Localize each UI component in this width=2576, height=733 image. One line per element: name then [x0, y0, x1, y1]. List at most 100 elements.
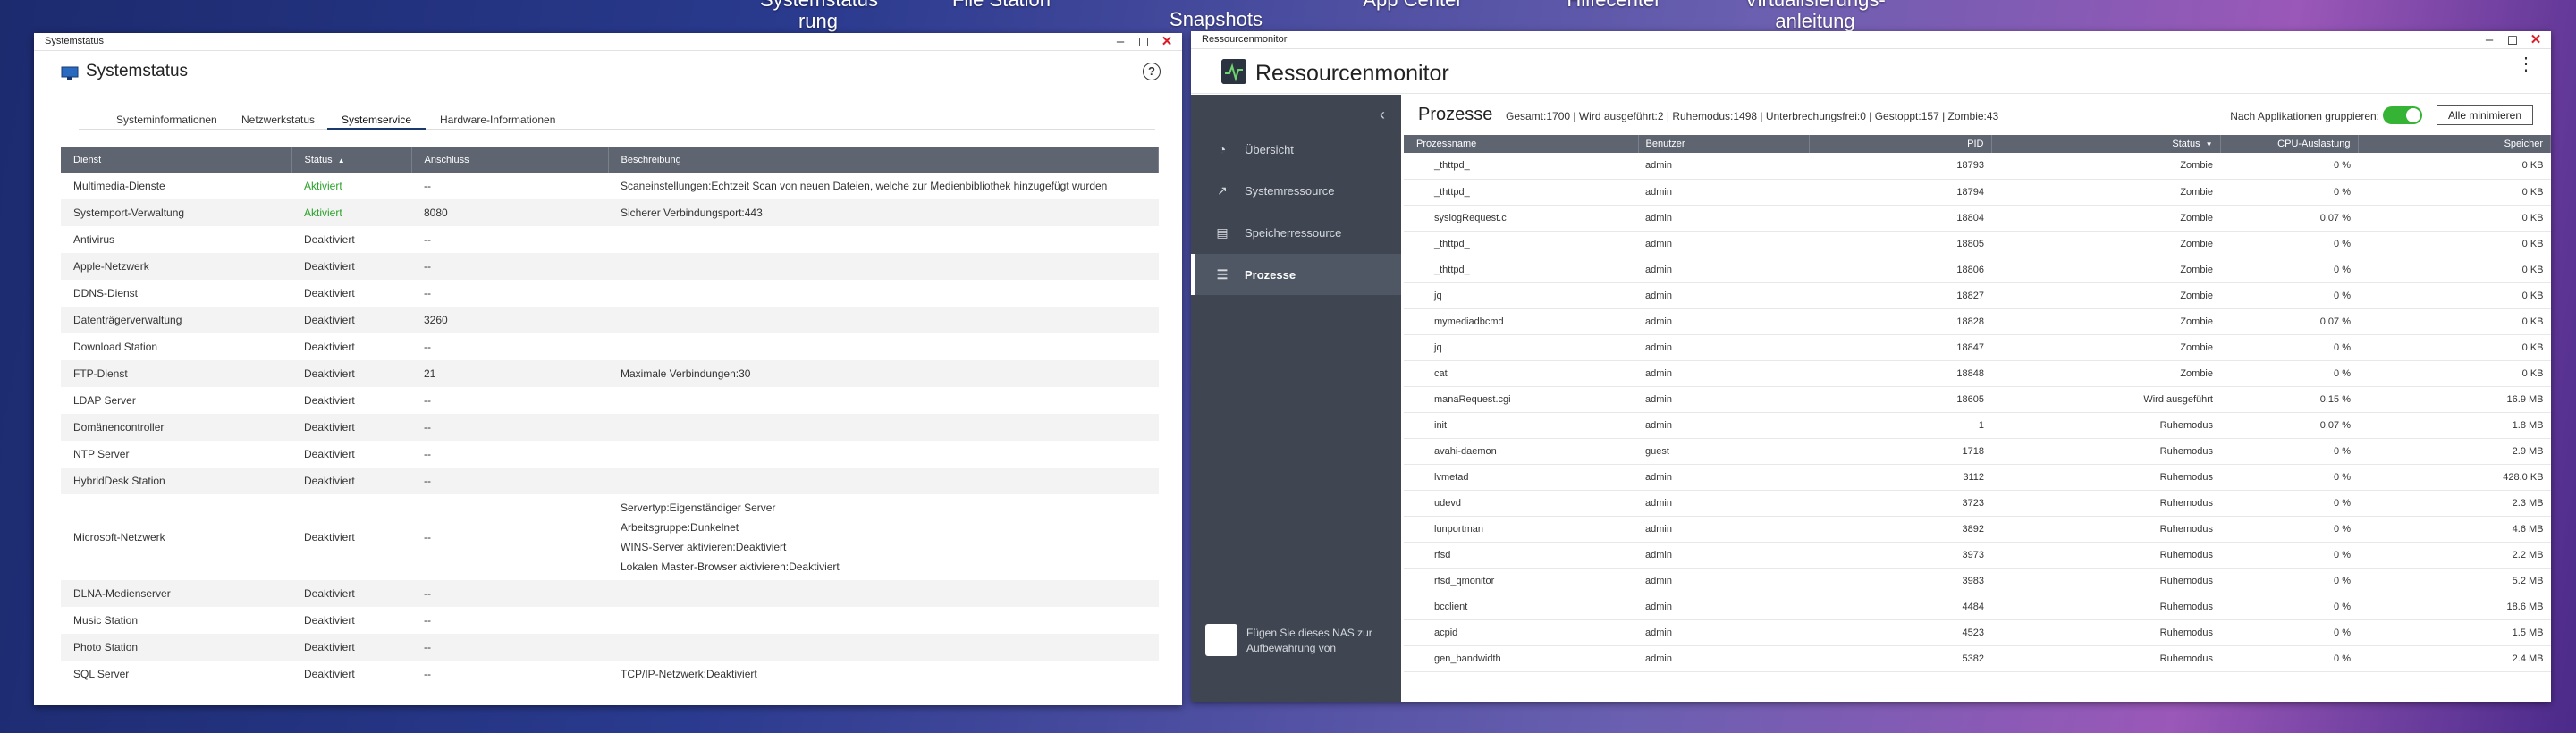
table-row[interactable]: _thttpd_ admin 18794 Zombie 0 % 0 KB	[1404, 179, 2551, 206]
desktop-label-file-station[interactable]: File Station	[948, 0, 1055, 11]
close-icon[interactable]: ✕	[2530, 32, 2542, 48]
table-row[interactable]: Photo Station Deaktiviert --	[61, 634, 1159, 661]
table-row[interactable]: gen_bandwidth admin 5382 Ruhemodus 0 % 2.4 MB	[1404, 645, 2551, 672]
table-row[interactable]: Download Station Deaktiviert --	[61, 333, 1159, 360]
table-row[interactable]: Multimedia-Dienste Aktiviert -- Scaneinstel…	[61, 173, 1159, 199]
table-row[interactable]: init admin 1 Ruhemodus 0.07 % 1.8 MB	[1404, 412, 2551, 439]
column-header-anschluss[interactable]: Anschluss	[411, 147, 609, 173]
table-row[interactable]: Domänencontroller Deaktiviert --	[61, 414, 1159, 441]
tab-systemservice[interactable]: Systemservice	[327, 114, 426, 130]
process-pid: 18848	[1809, 360, 1991, 387]
table-row[interactable]: bcclient admin 4484 Ruhemodus 0 % 18.6 MB	[1404, 594, 2551, 620]
group-by-app-toggle[interactable]	[2383, 106, 2422, 124]
service-description: Maximale Verbindungen:30	[608, 360, 1159, 387]
table-row[interactable]: Antivirus Deaktiviert --	[61, 226, 1159, 253]
desktop-label-app-center[interactable]: App Center	[1359, 0, 1466, 11]
column-header-cpu[interactable]: CPU-Auslastung	[2220, 135, 2359, 153]
table-row[interactable]: NTP Server Deaktiviert --	[61, 441, 1159, 468]
process-name: gen_bandwidth	[1404, 645, 1638, 672]
process-name: lvmetad	[1404, 464, 1638, 491]
process-status: Wird ausgeführt	[1991, 386, 2220, 413]
collapse-sidebar-icon[interactable]: ‹	[1380, 105, 1385, 124]
table-row[interactable]: acpid admin 4523 Ruhemodus 0 % 1.5 MB	[1404, 619, 2551, 646]
sidebar-item-speicherressource[interactable]: ▤ Speicherressource	[1191, 212, 1401, 253]
table-row[interactable]: DLNA-Medienserver Deaktiviert --	[61, 580, 1159, 607]
table-row[interactable]: HybridDesk Station Deaktiviert --	[61, 468, 1159, 494]
sidebar-item-uebersicht[interactable]: ◔ Übersicht	[1191, 129, 1401, 170]
table-row[interactable]: Music Station Deaktiviert --	[61, 607, 1159, 634]
minimize-icon[interactable]: –	[2483, 32, 2496, 48]
process-user: admin	[1638, 179, 1809, 206]
table-row[interactable]: Microsoft-Netzwerk Deaktiviert -- Servertyp…	[61, 494, 1159, 580]
process-memory: 16.9 MB	[2358, 386, 2551, 413]
process-status: Ruhemodus	[1991, 568, 2220, 594]
column-header-dienst[interactable]: Dienst	[61, 147, 292, 173]
tab-netzwerkstatus[interactable]: Netzwerkstatus	[241, 114, 315, 130]
help-icon[interactable]: ?	[1143, 63, 1161, 80]
table-row[interactable]: _thttpd_ admin 18793 Zombie 0 % 0 KB	[1404, 153, 2551, 180]
service-name: Music Station	[73, 614, 139, 627]
desktop-label-virtualisierung[interactable]: Virtualisierungs- anleitung	[1735, 0, 1896, 32]
process-user: admin	[1638, 308, 1809, 335]
process-name: avahi-daemon	[1404, 438, 1638, 465]
sidebar-item-prozesse[interactable]: ☰ Prozesse	[1191, 254, 1401, 295]
desktop-label-snapshots[interactable]: Snapshots	[1158, 9, 1274, 30]
systemstatus-titlebar[interactable]: Systemstatus – ◻ ✕	[34, 33, 1182, 51]
table-row[interactable]: _thttpd_ admin 18805 Zombie 0 % 0 KB	[1404, 231, 2551, 257]
tab-systeminformationen[interactable]: Systeminformationen	[116, 114, 217, 130]
column-header-prozessname[interactable]: Prozessname	[1404, 135, 1639, 153]
table-row[interactable]: rfsd admin 3973 Ruhemodus 0 % 2.2 MB	[1404, 542, 2551, 569]
tab-hardware-informationen[interactable]: Hardware-Informationen	[440, 114, 555, 130]
table-row[interactable]: FTP-Dienst Deaktiviert 21 Maximale Verbindu…	[61, 360, 1159, 387]
close-icon[interactable]: ✕	[1161, 34, 1173, 50]
column-header-status[interactable]: Status ▼	[1991, 135, 2221, 153]
systemstatus-window: Systemstatus – ◻ ✕ Systemstatus ? System…	[34, 33, 1182, 705]
column-header-status[interactable]: Status ▲	[291, 147, 412, 173]
table-row[interactable]: lvmetad admin 3112 Ruhemodus 0 % 428.0 KB	[1404, 464, 2551, 491]
table-row[interactable]: udevd admin 3723 Ruhemodus 0 % 2.3 MB	[1404, 490, 2551, 517]
column-header-beschreibung[interactable]: Beschreibung	[608, 147, 1159, 173]
more-options-icon[interactable]: ⋮	[2517, 55, 2535, 73]
table-row[interactable]: avahi-daemon guest 1718 Ruhemodus 0 % 2.9 MB	[1404, 438, 2551, 465]
maximize-icon[interactable]: ◻	[1137, 34, 1150, 50]
minimize-all-button[interactable]: Alle minimieren	[2437, 105, 2533, 125]
sidebar-item-systemressource[interactable]: ↗ Systemressource	[1191, 170, 1401, 211]
process-status: Ruhemodus	[1991, 619, 2220, 646]
service-status: Deaktiviert	[304, 531, 355, 543]
table-row[interactable]: Systemport-Verwaltung Aktiviert 8080 Sicher…	[61, 199, 1159, 226]
maximize-icon[interactable]: ◻	[2506, 32, 2519, 48]
column-header-pid[interactable]: PID	[1809, 135, 1992, 153]
process-memory: 0 KB	[2358, 153, 2551, 180]
table-row[interactable]: jq admin 18847 Zombie 0 % 0 KB	[1404, 334, 2551, 361]
table-row[interactable]: Datenträgerverwaltung Deaktiviert 3260	[61, 307, 1159, 333]
service-status: Deaktiviert	[291, 468, 411, 494]
table-row[interactable]: DDNS-Dienst Deaktiviert --	[61, 280, 1159, 307]
ressourcenmonitor-titlebar[interactable]: Ressourcenmonitor – ◻ ✕	[1191, 31, 2551, 49]
process-pid: 4484	[1809, 594, 1991, 620]
service-description	[608, 387, 1159, 414]
process-status: Ruhemodus	[1991, 464, 2220, 491]
table-row[interactable]: _thttpd_ admin 18806 Zombie 0 % 0 KB	[1404, 257, 2551, 283]
process-cpu: 0.07 %	[2220, 412, 2358, 439]
table-row[interactable]: SQL Server Deaktiviert -- TCP/IP-Netzwerk:D…	[61, 661, 1159, 687]
table-row[interactable]: Apple-Netzwerk Deaktiviert --	[61, 253, 1159, 280]
service-name: LDAP Server	[73, 394, 136, 407]
table-row[interactable]: lunportman admin 3892 Ruhemodus 0 % 4.6 MB	[1404, 516, 2551, 543]
table-row[interactable]: syslogRequest.c admin 18804 Zombie 0.07 % 0 K…	[1404, 205, 2551, 232]
table-row[interactable]: cat admin 18848 Zombie 0 % 0 KB	[1404, 360, 2551, 387]
table-row[interactable]: manaRequest.cgi admin 18605 Wird ausgeführt…	[1404, 386, 2551, 413]
minimize-icon[interactable]: –	[1114, 34, 1127, 50]
process-memory: 0 KB	[2358, 179, 2551, 206]
column-header-speicher[interactable]: Speicher	[2358, 135, 2551, 153]
desktop-label-hilfecenter[interactable]: Hilfecenter	[1560, 0, 1668, 11]
table-row[interactable]: rfsd_qmonitor admin 3983 Ruhemodus 0 % 5.2 MB	[1404, 568, 2551, 594]
service-status: Aktiviert	[304, 180, 342, 192]
desktop-label-systemstatus[interactable]: Systemstatus rung	[760, 0, 878, 32]
table-row[interactable]: jq admin 18827 Zombie 0 % 0 KB	[1404, 282, 2551, 309]
process-user: admin	[1638, 205, 1809, 232]
table-row[interactable]: mymediadbcmd admin 18828 Zombie 0.07 % 0 KB	[1404, 308, 2551, 335]
column-header-benutzer[interactable]: Benutzer	[1638, 135, 1810, 153]
process-user: admin	[1638, 231, 1809, 257]
table-row[interactable]: LDAP Server Deaktiviert --	[61, 387, 1159, 414]
process-table: Prozessname Benutzer PID Status ▼ CPU-Aus…	[1404, 135, 2551, 672]
